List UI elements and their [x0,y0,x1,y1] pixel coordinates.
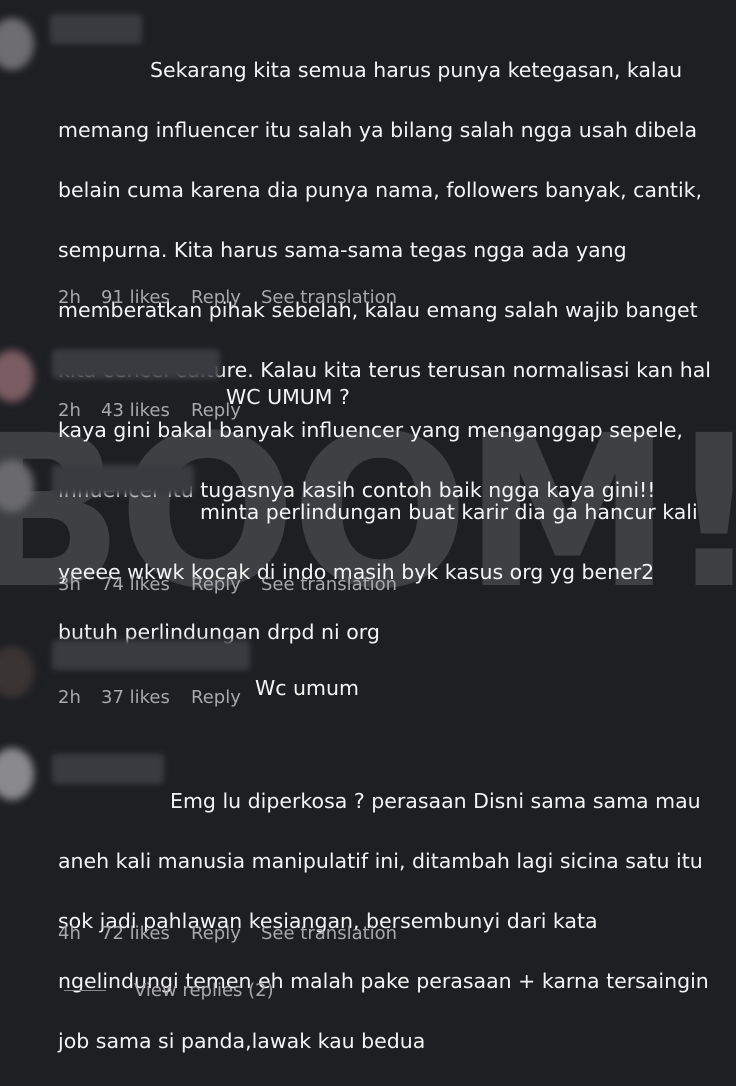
reply-button[interactable]: Reply [191,287,261,308]
reply-button[interactable]: Reply [191,574,261,595]
likes-count[interactable]: 37 likes [101,687,191,708]
username-blurred[interactable] [52,349,220,379]
timestamp: 2h [58,287,81,308]
text-line: sempurna. Kita harus sama-sama tegas ngg… [58,238,627,262]
divider-line [64,990,106,991]
text-line: memang influencer itu salah ya bilang sa… [58,118,698,142]
timestamp: 4h [58,923,81,944]
avatar[interactable] [0,646,34,698]
see-translation-button[interactable]: See translation [261,574,397,595]
comment-meta: 3h 74 likes Reply See translation [58,574,397,595]
text-line: belain cuma karena dia punya nama, follo… [58,178,703,202]
reply-button[interactable]: Reply [191,687,261,708]
avatar[interactable] [0,18,34,70]
timestamp: 2h [58,687,81,708]
comment-meta: 4h 72 likes Reply See translation [58,923,397,944]
avatar[interactable] [0,350,34,402]
comment-text: Emg lu diperkosa ? perasaan Disni sama s… [58,756,728,1086]
timestamp: 2h [58,400,81,421]
comment-text: Sekarang kita semua harus punya ketegasa… [58,25,728,535]
likes-count[interactable]: 72 likes [101,923,191,944]
timestamp: 3h [58,574,81,595]
text-line: WC UMUM ? [226,385,350,409]
text-line: Emg lu diperkosa ? perasaan Disni sama s… [170,789,701,813]
likes-count[interactable]: 43 likes [101,400,191,421]
likes-count[interactable]: 91 likes [101,287,191,308]
text-line: minta perlindungan buat karir dia ga han… [200,500,698,524]
username-blurred[interactable] [52,640,250,670]
view-replies-button[interactable]: View replies (2) [64,980,274,1001]
text-line: Sekarang kita semua harus punya ketegasa… [150,58,683,82]
comment-text: WC UMUM ? [226,352,726,442]
comment-meta: 2h 91 likes Reply See translation [58,287,397,308]
comment-meta: 2h 37 likes Reply [58,687,261,708]
reply-button[interactable]: Reply [191,400,261,421]
comment-meta: 2h 43 likes Reply [58,400,261,421]
comment-text: Wc umum [255,643,725,733]
likes-count[interactable]: 74 likes [101,574,191,595]
text-line: job sama si panda,lawak kau bedua [58,1029,426,1053]
see-translation-button[interactable]: See translation [261,923,397,944]
text-line: aneh kali manusia manipulatif ini, ditam… [58,849,703,873]
reply-button[interactable]: Reply [191,923,261,944]
avatar[interactable] [0,460,34,512]
text-line: Wc umum [255,676,359,700]
view-replies-label[interactable]: View replies (2) [134,980,274,1001]
see-translation-button[interactable]: See translation [261,287,397,308]
avatar[interactable] [0,748,34,800]
